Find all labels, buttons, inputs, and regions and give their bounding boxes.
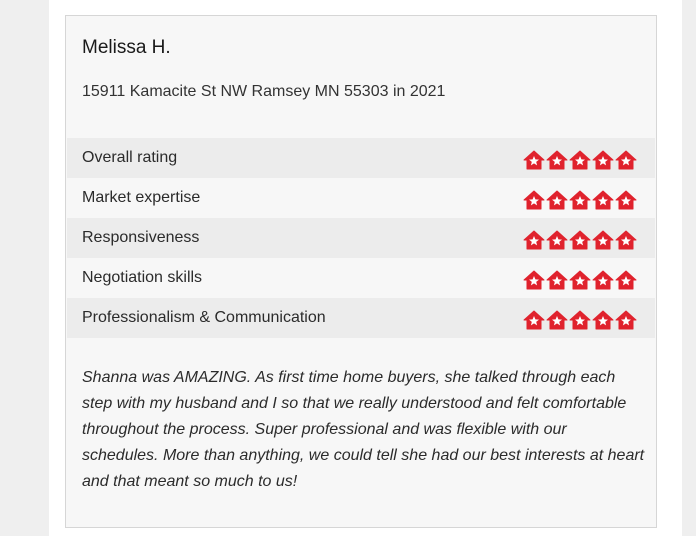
property-address: 15911 Kamacite St NW Ramsey MN 55303 in … bbox=[82, 83, 446, 100]
house-icon bbox=[523, 270, 545, 290]
page: Melissa H. 15911 Kamacite St NW Ramsey M… bbox=[49, 0, 682, 536]
rating-row-overall: Overall rating bbox=[67, 138, 655, 178]
house-icon bbox=[523, 230, 545, 250]
rating-stars bbox=[523, 310, 637, 330]
review-card: Melissa H. 15911 Kamacite St NW Ramsey M… bbox=[65, 15, 657, 528]
rating-row-negotiation-skills: Negotiation skills bbox=[67, 258, 655, 298]
house-icon bbox=[546, 270, 568, 290]
review-comment: Shanna was AMAZING. As first time home b… bbox=[82, 369, 645, 490]
house-icon bbox=[615, 190, 637, 210]
rating-label: Market expertise bbox=[82, 189, 201, 206]
house-icon bbox=[569, 150, 591, 170]
house-icon bbox=[569, 310, 591, 330]
ratings-table: Overall rating Market expertise Responsi… bbox=[67, 138, 655, 338]
house-icon bbox=[523, 150, 545, 170]
reviewer-name: Melissa H. bbox=[82, 37, 171, 58]
house-icon bbox=[569, 190, 591, 210]
rating-row-professionalism: Professionalism & Communication bbox=[67, 298, 655, 338]
house-icon bbox=[546, 190, 568, 210]
house-icon bbox=[546, 230, 568, 250]
rating-stars bbox=[523, 230, 637, 250]
house-icon bbox=[592, 150, 614, 170]
house-icon bbox=[546, 310, 568, 330]
house-icon bbox=[615, 310, 637, 330]
house-icon bbox=[615, 230, 637, 250]
house-icon bbox=[523, 310, 545, 330]
house-icon bbox=[592, 230, 614, 250]
house-icon bbox=[615, 270, 637, 290]
house-icon bbox=[592, 270, 614, 290]
house-icon bbox=[592, 310, 614, 330]
rating-row-responsiveness: Responsiveness bbox=[67, 218, 655, 258]
rating-label: Negotiation skills bbox=[82, 269, 203, 286]
house-icon bbox=[569, 270, 591, 290]
house-icon bbox=[615, 150, 637, 170]
rating-label: Overall rating bbox=[82, 149, 178, 166]
rating-label: Professionalism & Communication bbox=[82, 309, 326, 326]
rating-row-market-expertise: Market expertise bbox=[67, 178, 655, 218]
rating-stars bbox=[523, 150, 637, 170]
house-icon bbox=[592, 190, 614, 210]
house-icon bbox=[523, 190, 545, 210]
house-icon bbox=[569, 230, 591, 250]
rating-stars bbox=[523, 190, 637, 210]
rating-stars bbox=[523, 270, 637, 290]
house-icon bbox=[546, 150, 568, 170]
rating-label: Responsiveness bbox=[82, 229, 200, 246]
